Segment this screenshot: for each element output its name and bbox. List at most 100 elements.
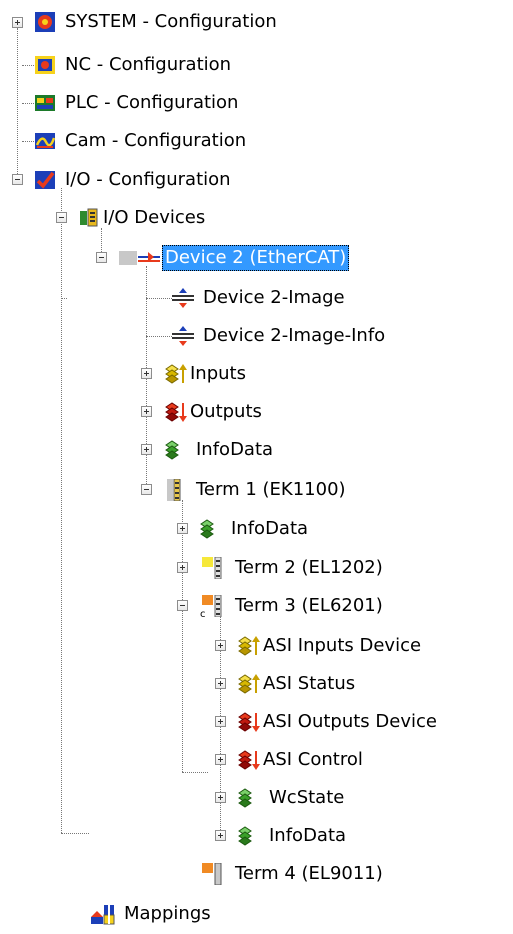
ethercat-device-icon: [118, 247, 162, 269]
tree-item-label: ASI Status: [263, 673, 356, 694]
tree-item-device2-image[interactable]: Device 2-Image: [172, 279, 348, 317]
tree-item-label: ASI Outputs Device: [263, 711, 437, 732]
terminal-orange-icon: c: [200, 595, 226, 617]
tree-item-label: I/O - Configuration: [65, 169, 231, 190]
cam-config-icon: [34, 130, 56, 152]
tree-item-label: I/O Devices: [103, 207, 206, 228]
process-image-icon: [172, 325, 194, 347]
tree-line: [146, 266, 147, 492]
tree-item-mappings[interactable]: Mappings: [89, 895, 214, 933]
plc-config-icon: [34, 92, 56, 114]
expand-toggle[interactable]: [215, 678, 226, 689]
tree-item-label: PLC - Configuration: [65, 92, 239, 113]
tree-line: [146, 298, 172, 299]
end-terminal-icon: [200, 863, 226, 885]
outputs-icon: [238, 711, 260, 733]
tree-item-label: Device 2-Image-Info: [203, 325, 386, 346]
tree-item-cam[interactable]: Cam - Configuration: [34, 122, 249, 160]
tree-item-plc[interactable]: PLC - Configuration: [34, 84, 241, 122]
tree-item-label: SYSTEM - Configuration: [65, 11, 277, 32]
tree-line: [61, 298, 67, 299]
tree-item-io-devices[interactable]: I/O Devices: [78, 199, 208, 237]
infodata-icon: [238, 825, 260, 847]
svg-text:c: c: [200, 609, 206, 617]
terminal-yellow-icon: [200, 557, 226, 579]
inputs-icon: [165, 363, 187, 385]
inputs-icon: [238, 673, 260, 695]
tree-item-label: Cam - Configuration: [65, 130, 247, 151]
tree-item-label: Term 2 (EL1202): [235, 557, 383, 578]
tree-item-term1-infodata[interactable]: InfoData: [200, 510, 311, 548]
tree-item-term3[interactable]: c Term 3 (EL6201): [200, 587, 386, 625]
infodata-icon: [200, 518, 222, 540]
infodata-icon: [238, 787, 260, 809]
tree-item-label: Device 2-Image: [203, 287, 345, 308]
expand-toggle[interactable]: [215, 716, 226, 727]
tree-line: [17, 28, 18, 180]
io-config-icon: [34, 169, 56, 191]
tree-item-asi-control[interactable]: ASI Control: [238, 741, 366, 779]
expand-toggle[interactable]: [177, 562, 188, 573]
tree-item-label: Term 4 (EL9011): [235, 863, 383, 884]
collapse-toggle[interactable]: [96, 252, 107, 263]
process-image-icon: [172, 287, 194, 309]
tree-item-term1[interactable]: Term 1 (EK1100): [165, 471, 349, 509]
tree-item-asi-inputs-device[interactable]: ASI Inputs Device: [238, 627, 424, 665]
tree-item-term3-infodata[interactable]: InfoData: [238, 817, 349, 855]
expand-toggle[interactable]: [215, 754, 226, 765]
expand-toggle[interactable]: [141, 406, 152, 417]
configuration-tree[interactable]: SYSTEM - Configuration NC - Configuratio…: [0, 0, 513, 934]
outputs-icon: [238, 749, 260, 771]
coupler-terminal-icon: [165, 479, 187, 501]
nc-config-icon: [34, 54, 56, 76]
collapse-toggle[interactable]: [177, 600, 188, 611]
expand-toggle[interactable]: [215, 830, 226, 841]
tree-item-label: InfoData: [269, 825, 347, 846]
tree-item-outputs[interactable]: Outputs: [165, 393, 265, 431]
collapse-toggle[interactable]: [141, 484, 152, 495]
expand-toggle[interactable]: [141, 368, 152, 379]
tree-line: [61, 188, 62, 833]
tree-item-device2[interactable]: Device 2 (EtherCAT): [118, 239, 350, 277]
tree-item-term4[interactable]: Term 4 (EL9011): [200, 855, 386, 893]
tree-item-io-configuration[interactable]: I/O - Configuration: [34, 161, 234, 199]
tree-line: [182, 772, 208, 773]
tree-item-label: Outputs: [190, 401, 262, 422]
tree-item-device2-image-info[interactable]: Device 2-Image-Info: [172, 317, 388, 355]
system-config-icon: [34, 11, 56, 33]
tree-item-label: InfoData: [196, 439, 274, 460]
infodata-icon: [165, 439, 187, 461]
tree-line: [61, 833, 89, 834]
inputs-icon: [238, 635, 260, 657]
tree-item-label: NC - Configuration: [65, 54, 232, 75]
tree-item-label: ASI Control: [263, 749, 363, 770]
tree-item-label: WcState: [269, 787, 345, 808]
tree-item-asi-outputs-device[interactable]: ASI Outputs Device: [238, 703, 440, 741]
tree-item-label: Inputs: [190, 363, 246, 384]
mappings-icon: [89, 903, 115, 925]
tree-line: [146, 336, 172, 337]
collapse-toggle[interactable]: [12, 174, 23, 185]
expand-toggle[interactable]: [141, 444, 152, 455]
outputs-icon: [165, 401, 187, 423]
tree-item-label: ASI Inputs Device: [263, 635, 422, 656]
tree-item-wcstate[interactable]: WcState: [238, 779, 347, 817]
tree-item-system[interactable]: SYSTEM - Configuration: [34, 3, 280, 41]
tree-line: [182, 500, 183, 772]
tree-item-inputs[interactable]: Inputs: [165, 355, 249, 393]
expand-toggle[interactable]: [215, 792, 226, 803]
tree-item-infodata[interactable]: InfoData: [165, 431, 276, 469]
tree-item-asi-status[interactable]: ASI Status: [238, 665, 358, 703]
tree-item-term2[interactable]: Term 2 (EL1202): [200, 549, 386, 587]
tree-item-label: Device 2 (EtherCAT): [162, 245, 350, 271]
expand-toggle[interactable]: [177, 523, 188, 534]
tree-item-label: Term 3 (EL6201): [235, 595, 383, 616]
io-devices-icon: [78, 207, 100, 229]
tree-item-label: InfoData: [231, 518, 309, 539]
expand-toggle[interactable]: [215, 640, 226, 651]
tree-item-nc[interactable]: NC - Configuration: [34, 46, 234, 84]
expand-toggle[interactable]: [12, 17, 23, 28]
tree-item-label: Mappings: [124, 903, 211, 924]
tree-item-label: Term 1 (EK1100): [196, 479, 346, 500]
collapse-toggle[interactable]: [56, 212, 67, 223]
